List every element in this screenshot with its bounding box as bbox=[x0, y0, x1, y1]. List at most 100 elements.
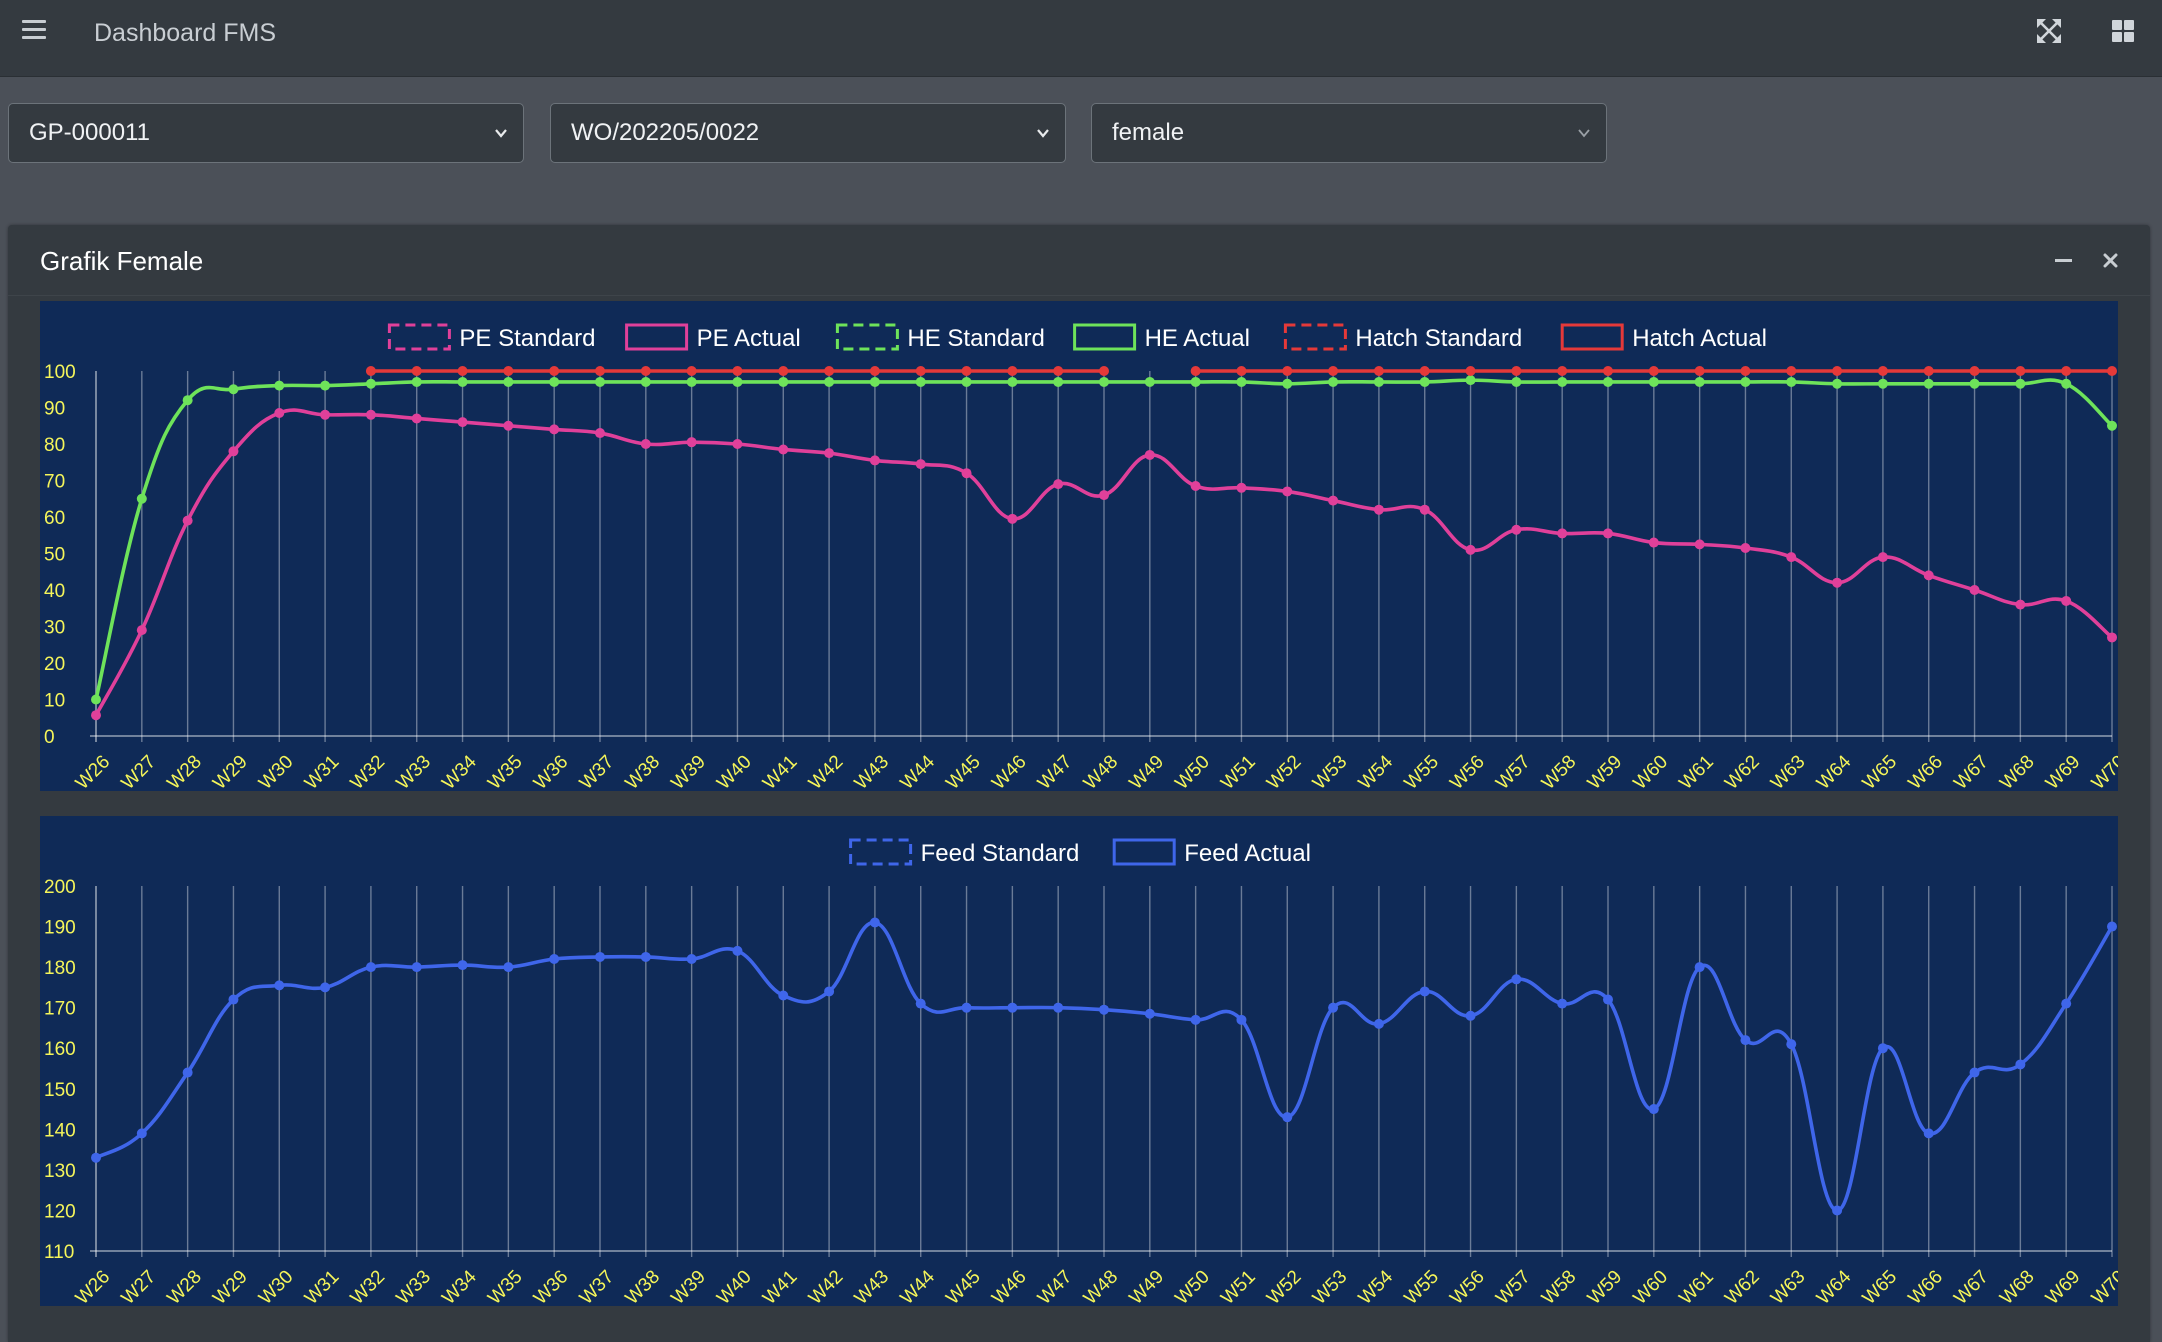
data-point bbox=[365, 409, 376, 420]
data-point bbox=[732, 945, 743, 956]
data-point bbox=[1190, 366, 1201, 376]
x-tick-label: W46 bbox=[988, 1266, 1030, 1306]
menu-icon[interactable] bbox=[22, 19, 46, 41]
y-tick-label: 50 bbox=[44, 545, 65, 566]
x-tick-label: W26 bbox=[72, 751, 114, 791]
data-point bbox=[1832, 1205, 1843, 1216]
legend-label: Feed Standard bbox=[921, 840, 1080, 867]
x-tick-label: W42 bbox=[805, 1266, 847, 1306]
data-point bbox=[2107, 632, 2117, 643]
data-point bbox=[365, 962, 376, 973]
x-tick-label: W67 bbox=[1950, 1266, 1992, 1306]
data-point bbox=[1190, 1014, 1201, 1025]
fullscreen-icon[interactable] bbox=[2032, 14, 2066, 48]
data-point bbox=[1969, 366, 1980, 376]
x-tick-label: W56 bbox=[1446, 751, 1488, 791]
data-point bbox=[1740, 543, 1751, 554]
pe-he-hatch-chart: PE Standard PE Actual HE Standard HE Actual… bbox=[40, 301, 2118, 791]
legend-swatch bbox=[387, 323, 451, 351]
data-point bbox=[1053, 479, 1064, 490]
x-tick-label: W63 bbox=[1767, 1266, 1809, 1306]
data-point bbox=[1053, 376, 1064, 387]
data-point bbox=[1877, 552, 1888, 563]
data-point bbox=[457, 366, 468, 376]
chevron-down-icon bbox=[1037, 129, 1049, 138]
x-tick-label: W31 bbox=[301, 1266, 343, 1306]
y-tick-label: 70 bbox=[44, 472, 65, 493]
x-tick-label: W38 bbox=[622, 1266, 664, 1306]
x-tick-label: W66 bbox=[1905, 751, 1947, 791]
data-point bbox=[1786, 1039, 1797, 1050]
legend-item: HE Standard bbox=[835, 323, 1045, 352]
data-point bbox=[732, 439, 743, 449]
data-point bbox=[1419, 986, 1430, 997]
y-tick-label: 110 bbox=[44, 1242, 74, 1263]
data-point bbox=[1969, 1067, 1980, 1078]
x-tick-label: W56 bbox=[1446, 1266, 1488, 1306]
data-point bbox=[457, 417, 468, 428]
data-point bbox=[2061, 998, 2072, 1009]
app-title: Dashboard FMS bbox=[94, 19, 277, 47]
data-point bbox=[411, 413, 422, 424]
x-tick-label: W33 bbox=[393, 1266, 435, 1306]
data-point bbox=[1511, 376, 1522, 387]
minimize-icon[interactable] bbox=[2048, 245, 2078, 275]
data-point bbox=[1877, 1043, 1888, 1054]
y-tick-label: 100 bbox=[44, 362, 76, 383]
x-tick-label: W67 bbox=[1950, 751, 1992, 791]
x-tick-label: W30 bbox=[255, 1266, 297, 1306]
work-order-select[interactable]: WO/202205/0022 bbox=[550, 103, 1066, 163]
x-tick-label: W54 bbox=[1355, 1266, 1398, 1306]
data-point bbox=[915, 376, 926, 387]
data-point bbox=[1373, 1018, 1384, 1029]
data-point bbox=[182, 395, 193, 406]
data-point bbox=[778, 990, 789, 1001]
data-point bbox=[686, 437, 697, 448]
data-point bbox=[182, 515, 193, 526]
data-point bbox=[2061, 595, 2072, 606]
legend-label: HE Actual bbox=[1145, 325, 1250, 352]
data-point bbox=[1557, 528, 1568, 539]
x-tick-label: W69 bbox=[2042, 751, 2084, 791]
data-point bbox=[1648, 1104, 1659, 1115]
y-tick-label: 120 bbox=[44, 1201, 76, 1222]
legend-item: Hatch Standard bbox=[1283, 323, 1522, 352]
data-point bbox=[1786, 366, 1797, 376]
data-point bbox=[1144, 1008, 1155, 1019]
data-point bbox=[2061, 366, 2072, 376]
data-point bbox=[320, 380, 331, 391]
legend-label: PE Actual bbox=[697, 325, 801, 352]
x-tick-label: W57 bbox=[1492, 1266, 1534, 1306]
y-tick-label: 20 bbox=[44, 654, 65, 675]
legend-swatch bbox=[835, 323, 899, 351]
data-point bbox=[365, 378, 376, 389]
y-tick-label: 190 bbox=[44, 918, 76, 939]
data-point bbox=[732, 376, 743, 387]
data-point bbox=[1694, 376, 1705, 387]
data-point bbox=[1832, 378, 1843, 389]
data-point bbox=[1236, 376, 1247, 387]
data-point bbox=[1144, 376, 1155, 387]
x-tick-label: W37 bbox=[576, 1266, 618, 1306]
x-tick-label: W44 bbox=[897, 1266, 940, 1306]
data-point bbox=[961, 376, 972, 387]
y-tick-label: 40 bbox=[44, 581, 65, 602]
data-point bbox=[411, 376, 422, 387]
x-tick-label: W37 bbox=[576, 751, 618, 791]
close-icon[interactable] bbox=[2096, 245, 2126, 275]
legend-item: Hatch Actual bbox=[1560, 323, 1767, 352]
x-tick-label: W58 bbox=[1538, 1266, 1580, 1306]
card-title: Grafik Female bbox=[40, 246, 204, 276]
x-tick-label: W45 bbox=[942, 1266, 984, 1306]
x-tick-label: W66 bbox=[1905, 1266, 1947, 1306]
y-tick-label: 0 bbox=[44, 727, 55, 748]
data-point bbox=[503, 366, 514, 376]
x-tick-label: W49 bbox=[1126, 1266, 1168, 1306]
grid-icon[interactable] bbox=[2106, 14, 2140, 48]
group-select[interactable]: GP-000011 bbox=[8, 103, 524, 163]
x-tick-label: W54 bbox=[1355, 751, 1398, 791]
data-point bbox=[228, 446, 239, 457]
data-point bbox=[595, 366, 605, 376]
gender-select[interactable]: female bbox=[1091, 103, 1607, 163]
data-point bbox=[411, 962, 422, 973]
